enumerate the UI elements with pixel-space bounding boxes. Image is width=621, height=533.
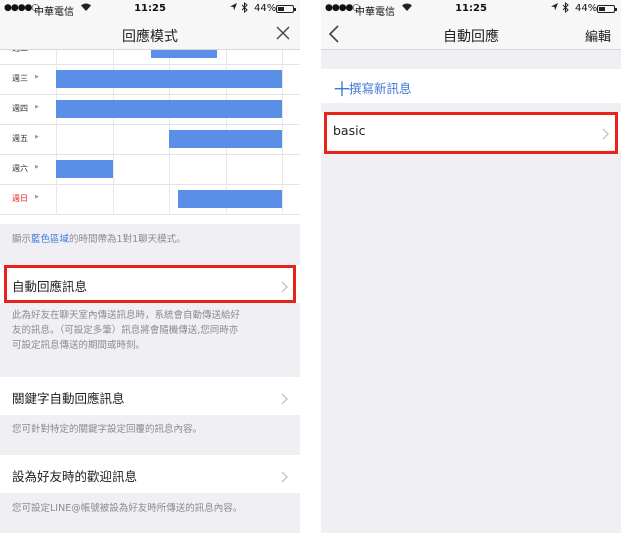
chevron-right-icon — [281, 390, 288, 405]
schedule-bar — [56, 70, 282, 88]
schedule-row: 週六 ▶ — [0, 155, 300, 185]
battery-icon — [276, 5, 296, 13]
page-title: 自動回應 — [443, 29, 499, 45]
schedule-note-highlight: 藍色區域 — [31, 234, 70, 245]
schedule-bar — [151, 50, 217, 58]
schedule-note-text: 顯示 — [12, 234, 32, 245]
keyword-reply-label: 關鍵字自動回應訊息 — [12, 391, 125, 406]
description-line: 您可設定LINE@帳號被設為好友時所傳送的訊息內容。 — [12, 503, 243, 514]
day-label: 週三 — [12, 74, 28, 83]
time-grid — [56, 50, 283, 65]
compose-new-message-button[interactable]: ＋ 撰寫新訊息 — [321, 69, 621, 103]
left-screen: ●●●●○ 中華電信 11:25 44% 回應模式 週二▶週三▶週四▶週五▶週六… — [0, 0, 300, 533]
triangle-right-icon: ▶ — [35, 194, 39, 200]
welcome-message-item[interactable]: 設為好友時的歡迎訊息 — [0, 455, 300, 493]
schedule-row: 週三 ▶ — [0, 65, 300, 95]
day-label: 週五 — [12, 134, 28, 143]
battery-icon — [597, 5, 617, 13]
schedule-row: 週五 ▶ — [0, 125, 300, 155]
day-label: 週二 — [12, 50, 28, 54]
auto-reply-description: 此為好友在聊天室內傳送訊息時，系統會自動傳送給好 友的訊息。（可設定多筆）訊息將… — [12, 308, 240, 353]
day-label: 週六 — [12, 164, 28, 173]
right-screen: ●●●●○ 中華電信 11:25 44% 自動回應 編輯 ＋ 撰寫新訊息 bas… — [321, 0, 621, 533]
schedule-row: 週四 ▶ — [0, 95, 300, 125]
welcome-message-label: 設為好友時的歡迎訊息 — [12, 469, 138, 484]
battery-percent: 44% — [575, 3, 598, 14]
schedule-bar — [169, 130, 282, 148]
schedule-note-text-end: 的時間帶為1對1聊天模式。 — [69, 234, 186, 245]
nav-bar: 自動回應 編輯 — [321, 18, 621, 50]
time-grid — [56, 95, 283, 125]
day-label: 週日 — [12, 194, 28, 203]
time-grid — [56, 155, 283, 185]
edit-button[interactable]: 編輯 — [585, 26, 611, 45]
description-line: 友的訊息。（可設定多筆）訊息將會隨機傳送,您同時亦 — [12, 325, 239, 336]
description-line: 可設定訊息傳送的期間或時刻。 — [12, 340, 146, 351]
bluetooth-icon — [241, 1, 248, 16]
nav-bar: 回應模式 — [0, 18, 300, 50]
highlight-box — [324, 112, 618, 154]
triangle-right-icon: ▶ — [35, 164, 39, 170]
schedule-row: 週二▶ — [0, 50, 300, 65]
day-label: 週四 — [12, 104, 28, 113]
description-line: 您可針對特定的關鍵字設定回覆的訊息內容。 — [12, 424, 203, 435]
close-icon[interactable] — [274, 24, 292, 42]
time-grid — [56, 125, 283, 155]
triangle-right-icon: ▶ — [35, 134, 39, 140]
description-line: 此為好友在聊天室內傳送訊息時，系統會自動傳送給好 — [12, 310, 241, 321]
schedule-bar — [56, 100, 282, 118]
schedule-note: 顯示藍色區域的時間帶為1對1聊天模式。 — [12, 232, 186, 247]
keyword-reply-description: 您可針對特定的關鍵字設定回覆的訊息內容。 — [12, 422, 202, 437]
highlight-box — [4, 265, 296, 303]
schedule-grid: 週二▶ 週三 ▶ 週四 ▶ 週五 ▶ 週六 ▶ 週日 ▶ — [0, 50, 300, 224]
triangle-right-icon: ▶ — [35, 104, 39, 110]
location-icon — [550, 2, 559, 15]
time-grid — [56, 65, 283, 95]
chevron-right-icon — [281, 468, 288, 483]
triangle-right-icon: ▶ — [35, 74, 39, 80]
time-grid — [56, 185, 283, 215]
location-icon — [229, 2, 238, 15]
schedule-bar — [178, 190, 282, 208]
battery-percent: 44% — [254, 3, 277, 14]
keyword-reply-item[interactable]: 關鍵字自動回應訊息 — [0, 377, 300, 415]
schedule-row: 週日 ▶ — [0, 185, 300, 215]
welcome-message-description: 您可設定LINE@帳號被設為好友時所傳送的訊息內容。 — [12, 501, 242, 516]
compose-label: 撰寫新訊息 — [349, 81, 412, 96]
bluetooth-icon — [562, 1, 569, 16]
page-title: 回應模式 — [122, 29, 178, 45]
status-bar: ●●●●○ 中華電信 11:25 44% — [321, 0, 621, 18]
schedule-bar — [56, 160, 113, 178]
status-bar: ●●●●○ 中華電信 11:25 44% — [0, 0, 300, 18]
